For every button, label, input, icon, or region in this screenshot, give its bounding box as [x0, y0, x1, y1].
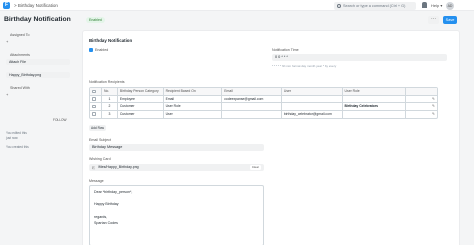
search-bar[interactable]: Search or type a command (Ctrl + G) — [334, 1, 416, 10]
activity-item: You edited this — [6, 131, 27, 135]
based-on-cell[interactable]: Email — [164, 95, 223, 102]
column-header: Email — [222, 88, 282, 95]
category-cell[interactable]: Customer — [118, 110, 164, 118]
enabled-checkbox[interactable] — [89, 48, 93, 52]
form-main: Birthday Notification Enabled Notificati… — [82, 30, 460, 245]
notification-time-label: Notification Time — [272, 48, 299, 52]
edit-row-icon[interactable]: ✎ — [432, 104, 435, 108]
user-avatar[interactable]: AD — [446, 1, 454, 10]
search-input[interactable]: Search or type a command (Ctrl + G) — [343, 2, 405, 10]
shared-with-label: Shared With — [10, 86, 30, 90]
select-all-checkbox[interactable] — [92, 89, 96, 94]
breadcrumb[interactable]: > Birthday Notification — [14, 2, 58, 9]
attach-file-button[interactable]: Attach File — [6, 59, 70, 65]
user-role-cell[interactable] — [343, 110, 407, 118]
message-line: Dear *birthday_person*, — [94, 190, 133, 194]
clear-attachment-button[interactable]: Clear — [249, 165, 261, 170]
save-button[interactable]: Save — [443, 16, 457, 24]
edit-row-icon[interactable]: ✎ — [432, 97, 435, 101]
message-line: regards, — [94, 215, 108, 219]
table-header: No. Birthday Person Category Recipient B… — [90, 88, 437, 96]
table-row[interactable]: 3 Customer User birthday_celebrator@gmai… — [90, 110, 437, 118]
row-number: 2 — [102, 103, 118, 110]
column-header: No. — [102, 88, 118, 95]
form-sidebar: Assigned To + Attachments Attach File Ha… — [4, 30, 72, 245]
user-cell[interactable] — [282, 95, 343, 102]
based-on-cell[interactable]: User — [164, 110, 223, 118]
category-cell[interactable]: Employee — [118, 95, 164, 102]
column-header: User Role — [343, 88, 407, 95]
user-cell[interactable] — [282, 103, 343, 110]
email-subject-label: Email Subject — [89, 138, 111, 142]
edit-row-icon[interactable]: ✎ — [432, 112, 435, 116]
section-title: Birthday Notification — [89, 38, 133, 43]
paperclip-icon: ⎘ — [92, 165, 95, 170]
message-line: Spartan Codes — [94, 221, 118, 225]
message-line: Happy Birthday — [94, 202, 119, 206]
search-icon — [337, 3, 341, 8]
message-editor[interactable]: Dear *birthday_person*, Happy Birthday r… — [89, 185, 264, 245]
notification-time-hint: * * * * * hh:mm format day month year * … — [272, 64, 337, 68]
column-header — [406, 88, 437, 95]
attachments-label: Attachments — [10, 53, 30, 57]
add-row-button[interactable]: Add Row — [89, 125, 106, 131]
email-cell[interactable] — [222, 103, 282, 110]
help-menu[interactable]: Help ▾ — [431, 1, 442, 10]
user-role-cell[interactable] — [343, 95, 407, 102]
email-cell[interactable]: codeexpanse@gmail.com — [222, 95, 282, 102]
wishing-card-field[interactable]: ⎘ /files/Happy_Birthday.png Clear — [89, 164, 264, 171]
app-logo[interactable]: F — [3, 2, 10, 9]
add-assignee-icon[interactable]: + — [6, 39, 8, 44]
add-share-icon[interactable]: + — [6, 92, 8, 97]
wishing-card-label: Wishing Card — [89, 157, 111, 161]
attachment-item[interactable]: Happy_Birthday.png — [6, 72, 70, 78]
recipients-label: Notification Recipients — [89, 80, 125, 84]
row-number: 3 — [102, 110, 118, 118]
table-row[interactable]: 2 Customer User Role Birthday Celebrator… — [90, 103, 437, 111]
message-label: Message — [89, 179, 104, 183]
email-subject-input[interactable]: Birthday Message — [89, 144, 264, 151]
more-actions-button[interactable]: ··· — [428, 16, 439, 24]
row-number: 1 — [102, 95, 118, 102]
based-on-cell[interactable]: User Role — [164, 103, 223, 110]
assigned-to-label: Assigned To — [10, 33, 30, 37]
table-row[interactable]: 1 Employee Email codeexpanse@gmail.com ✎ — [90, 95, 437, 103]
row-checkbox[interactable] — [92, 112, 96, 116]
status-badge: Enabled — [86, 17, 105, 23]
email-cell[interactable] — [222, 110, 282, 118]
enabled-label: Enabled — [95, 48, 109, 52]
column-header: Recipient Based On — [164, 88, 223, 95]
category-cell[interactable]: Customer — [118, 103, 164, 110]
user-cell[interactable]: birthday_celebrator@gmail.com — [282, 110, 343, 118]
column-header: User — [282, 88, 343, 95]
row-checkbox[interactable] — [92, 97, 96, 101]
page-title: Birthday Notification — [4, 16, 71, 23]
user-role-cell[interactable]: Birthday Celebrators — [343, 103, 407, 110]
row-checkbox[interactable] — [92, 104, 96, 109]
top-navbar: F > Birthday Notification Search or type… — [0, 0, 474, 11]
follow-button[interactable]: FOLLOW — [53, 118, 66, 122]
activity-item: You created this — [6, 145, 29, 149]
activity-time: just now — [6, 136, 18, 140]
wishing-card-file[interactable]: /files/Happy_Birthday.png — [98, 164, 139, 171]
recipients-table: No. Birthday Person Category Recipient B… — [89, 87, 438, 119]
column-header: Birthday Person Category — [118, 88, 164, 95]
notification-time-input[interactable]: 0 0 * * * — [272, 54, 447, 61]
notification-bell-icon[interactable] — [422, 2, 427, 8]
